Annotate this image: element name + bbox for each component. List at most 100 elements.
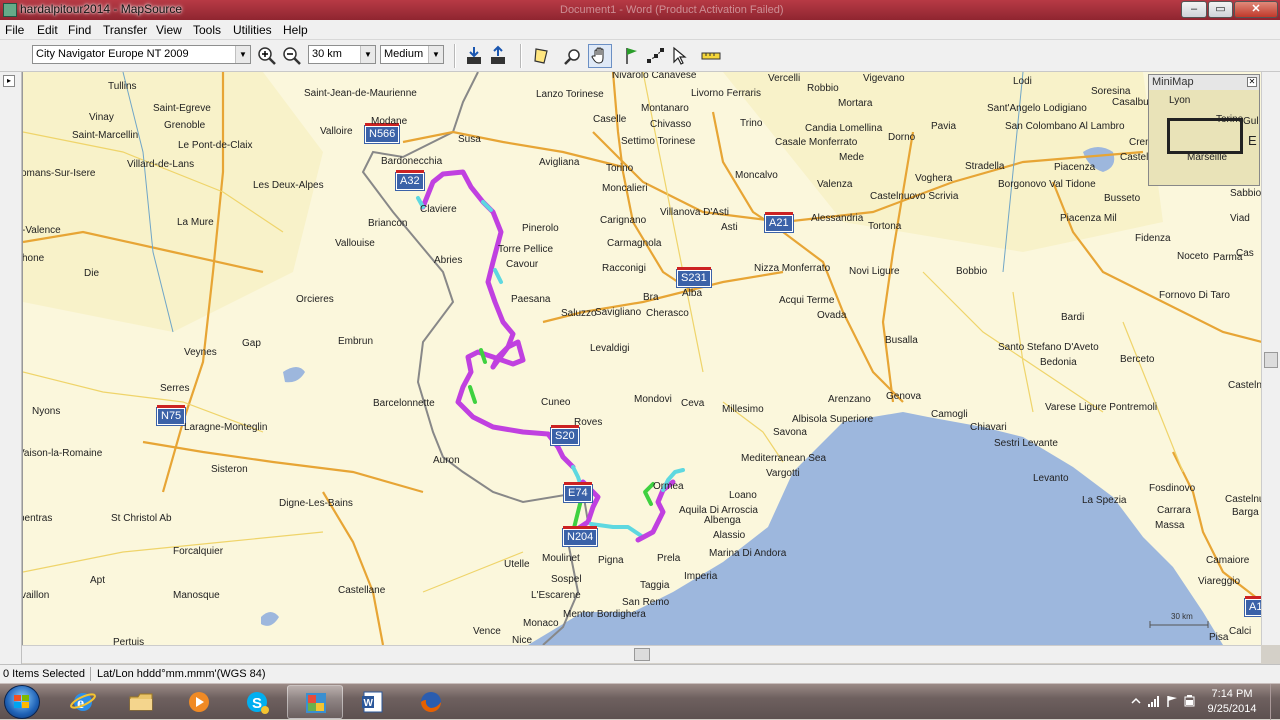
taskbar-internet-explorer[interactable]: e (55, 685, 111, 719)
taskbar-mapsource[interactable] (287, 685, 343, 719)
town-label: Savona (773, 427, 807, 438)
taskbar-word[interactable]: W (345, 685, 401, 719)
route-green-segment (468, 385, 477, 404)
town-label: Pigna (598, 555, 624, 566)
route-tool-button[interactable] (645, 45, 667, 67)
road-shield[interactable]: N75 (155, 405, 187, 426)
road-shield[interactable]: S20 (550, 425, 580, 446)
zoom-level-select[interactable]: 30 km ▼ (308, 45, 376, 64)
minimap-viewport-frame[interactable] (1167, 118, 1243, 154)
minimap-view[interactable]: Lyon Torino Gul Marseille E (1149, 90, 1259, 185)
town-label: La Spezia (1082, 495, 1127, 506)
title-bar[interactable]: hardalpitour2014 - MapSource Document1 -… (0, 0, 1280, 20)
map-product-tool-button[interactable] (531, 45, 553, 67)
town-label: Nyons (32, 406, 61, 417)
minimap-close-button[interactable]: ✕ (1247, 77, 1257, 87)
measure-tool-button[interactable] (700, 45, 722, 67)
town-label: Castellane (338, 585, 386, 596)
horizontal-scroll-thumb[interactable] (634, 648, 650, 661)
town-label: Briancon (368, 218, 408, 229)
vertical-scroll-thumb[interactable] (1264, 352, 1278, 368)
hand-tool-button[interactable] (588, 44, 612, 68)
town-label: Moulinet (542, 553, 580, 564)
town-label: Auron (433, 455, 460, 466)
chevron-down-icon: ▼ (428, 46, 443, 63)
menu-file[interactable]: File (5, 23, 24, 37)
taskbar-skype[interactable]: S (229, 685, 285, 719)
road-shield[interactable]: A32 (395, 170, 425, 191)
menu-utilities[interactable]: Utilities (233, 23, 272, 37)
town-label: Cuneo (541, 397, 571, 408)
zoom-tool-button[interactable] (562, 45, 584, 67)
chevron-down-icon: ▼ (235, 46, 250, 63)
town-label: Roves (574, 417, 603, 428)
menu-help[interactable]: Help (283, 23, 308, 37)
town-label: Veynes (184, 347, 217, 358)
receive-from-device-button[interactable] (463, 45, 485, 67)
road-shield[interactable]: E74 (563, 482, 593, 503)
town-label: Nice (512, 635, 533, 645)
close-button[interactable]: ✕ (1234, 1, 1278, 18)
minimap-label: E (1248, 133, 1257, 148)
waypoint-tool-button[interactable] (621, 45, 643, 67)
minimap-panel[interactable]: MiniMap ✕ Lyon Torino Gul Marseille E (1148, 74, 1260, 186)
system-clock[interactable]: 7:14 PM 9/25/2014 (1196, 687, 1268, 717)
road-shield[interactable]: A21 (764, 212, 794, 233)
minimap-label: Lyon (1169, 95, 1191, 106)
map-product-select[interactable]: City Navigator Europe NT 2009 ▼ (32, 45, 251, 64)
send-to-device-button[interactable] (487, 45, 509, 67)
detail-level-select[interactable]: Medium ▼ (380, 45, 444, 64)
start-button[interactable] (4, 685, 40, 719)
minimize-button[interactable]: – (1181, 1, 1207, 18)
menu-find[interactable]: Find (68, 23, 91, 37)
menu-tools[interactable]: Tools (193, 23, 221, 37)
town-label: Camogli (931, 409, 968, 420)
horizontal-scrollbar[interactable] (22, 645, 1261, 663)
town-label: Vallouise (335, 238, 375, 249)
vertical-scrollbar[interactable] (1261, 72, 1280, 645)
menu-transfer[interactable]: Transfer (103, 23, 147, 37)
town-label: Robbio (807, 83, 839, 94)
town-label: Marina Di Andora (709, 548, 787, 559)
taskbar-media-player[interactable] (171, 685, 227, 719)
route-alt-segment (493, 268, 503, 284)
town-label: Villard-de-Lans (127, 159, 195, 170)
menu-edit[interactable]: Edit (37, 23, 58, 37)
road-shield[interactable]: N204 (561, 526, 599, 547)
selection-tool-button[interactable] (669, 45, 691, 67)
lake (283, 367, 305, 383)
zoom-in-button[interactable] (256, 45, 278, 67)
maximize-button[interactable]: ▭ (1208, 1, 1233, 18)
map-select-icon (534, 48, 548, 64)
side-panel-toggle-strip: ▸ (0, 72, 22, 664)
town-label: Cas (1236, 248, 1254, 259)
menu-view[interactable]: View (156, 23, 182, 37)
action-center-flag-icon[interactable] (1165, 694, 1179, 708)
town-label: Fidenza (1135, 233, 1171, 244)
mapsource-app-icon[interactable] (3, 3, 17, 17)
toolbar-separator (520, 44, 522, 68)
town-label: Moncalieri (602, 183, 648, 194)
battery-icon[interactable] (1183, 694, 1197, 708)
expand-panel-button[interactable]: ▸ (3, 75, 15, 87)
road-shield[interactable]: S231 (676, 267, 712, 288)
road-shield[interactable]: A1 (1243, 596, 1261, 617)
taskbar-firefox[interactable] (403, 685, 459, 719)
route-icon (647, 48, 664, 63)
show-desktop-button[interactable] (1270, 684, 1280, 720)
detail-level-value: Medium (384, 48, 424, 60)
town-label: Alassio (713, 530, 746, 541)
status-divider (90, 667, 91, 681)
network-signal-icon[interactable] (1147, 694, 1161, 708)
zoom-out-button[interactable] (281, 45, 303, 67)
show-hidden-icons-icon[interactable] (1129, 694, 1143, 708)
skype-icon: S (247, 692, 269, 714)
road-shield[interactable]: N566 (363, 123, 401, 144)
town-label: Tortona (868, 221, 902, 232)
taskbar-file-explorer[interactable] (113, 685, 169, 719)
map-view[interactable]: 30 km N566 A32 A21 S231 N75 S20 E74 N204… (22, 72, 1261, 645)
town-label: Saint-Jean-de-Maurienne (304, 88, 417, 99)
town-label: Pavia (931, 121, 957, 132)
flag-icon (626, 48, 637, 64)
zoom-tool-icon (564, 49, 580, 65)
